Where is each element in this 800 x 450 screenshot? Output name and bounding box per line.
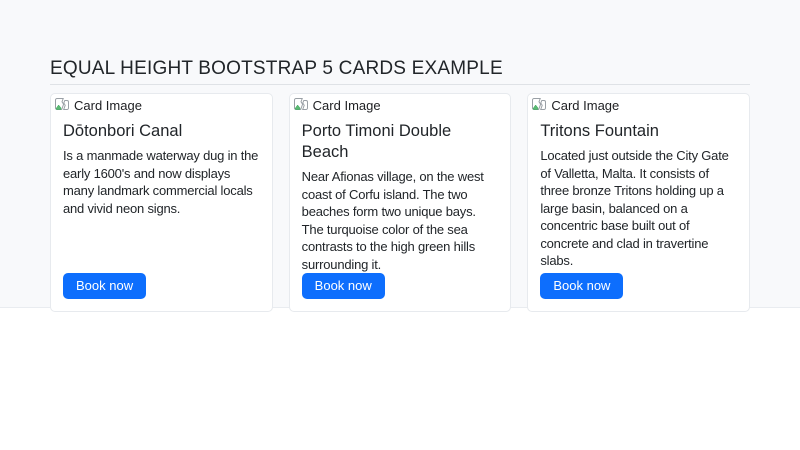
broken-image-icon [293, 98, 308, 110]
card-title: Dōtonbori Canal [63, 122, 183, 140]
card-title: Tritons Fountain [540, 122, 659, 140]
card-body: Porto Timoni Double Beach Near Afionas v… [290, 113, 511, 311]
card-porto-timoni: Card Image Porto Timoni Double Beach Nea… [288, 93, 512, 312]
card-image-alt-text: Card Image [312, 97, 381, 113]
page-top-section: EQUAL HEIGHT BOOTSTRAP 5 CARDS EXAMPLE C… [0, 0, 800, 312]
card-title: Porto Timoni Double Beach [301, 122, 452, 161]
heading-divider [50, 84, 750, 85]
card-description: Is a manmade waterway dug in the early 1… [63, 148, 259, 216]
card-dotonbori-canal: Card Image Dōtonbori Canal Is a manmade … [50, 93, 273, 312]
card-image-alt-text: Card Image [74, 97, 142, 113]
broken-image-icon [532, 98, 547, 110]
content-container: EQUAL HEIGHT BOOTSTRAP 5 CARDS EXAMPLE C… [50, 57, 751, 312]
card-image-alt-text: Card Image [551, 97, 620, 113]
card-description: Located just outside the City Gate of Va… [540, 148, 729, 268]
card-description: Near Afionas village, on the west coast … [301, 169, 484, 272]
card-image-placeholder: Card Image [51, 94, 272, 113]
book-now-button[interactable]: Book now [540, 273, 624, 299]
cards-row: Card Image Dōtonbori Canal Is a manmade … [50, 93, 751, 312]
book-now-button[interactable]: Book now [63, 273, 147, 299]
card-tritons-fountain: Card Image Tritons Fountain Located just… [527, 93, 751, 312]
page-title: EQUAL HEIGHT BOOTSTRAP 5 CARDS EXAMPLE [50, 58, 503, 79]
card-body: Dōtonbori Canal Is a manmade waterway du… [51, 113, 272, 311]
card-image-placeholder: Card Image [528, 94, 749, 113]
card-body: Tritons Fountain Located just outside th… [528, 113, 749, 311]
broken-image-icon [55, 98, 69, 110]
card-image-placeholder: Card Image [290, 94, 511, 113]
book-now-button[interactable]: Book now [301, 273, 385, 299]
